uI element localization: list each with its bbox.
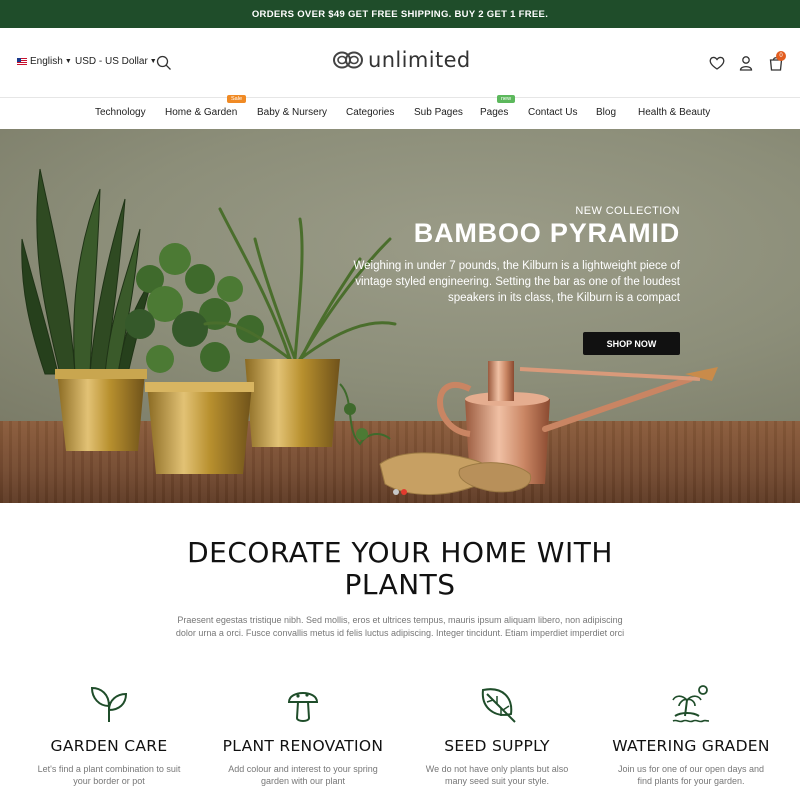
section-description: Praesent egestas tristique nibh. Sed mol… (175, 615, 625, 638)
feature-text: Join us for one of our open days and fin… (617, 764, 765, 786)
site-logo[interactable]: unlimited (332, 48, 471, 72)
nav-item-label: Home & Garden (165, 107, 238, 118)
gold-pot-left (57, 372, 145, 451)
chevron-down-icon: ▼ (64, 58, 72, 65)
nav-item-sub-pages[interactable]: Sub Pages (414, 107, 463, 118)
feature-text: Let's find a plant combination to suit y… (37, 764, 181, 786)
search-icon[interactable] (156, 55, 172, 71)
nav-item-label: Categories (346, 107, 395, 118)
feature-title: PLANT RENOVATION (222, 737, 384, 755)
language-label: English (30, 56, 63, 67)
promo-text: ORDERS OVER $49 GET FREE SHIPPING. BUY 2… (251, 8, 549, 20)
feature-watering-graden: WATERING GRADEN Join us for one of our o… (591, 682, 791, 787)
slider-dot[interactable] (393, 489, 399, 495)
hero-slider: NEW COLLECTION BAMBOO PYRAMID Weighing i… (0, 129, 800, 503)
mushroom-icon (287, 692, 319, 722)
hero-image (21, 168, 718, 495)
currency-label: USD - US Dollar (75, 56, 148, 67)
currency-selector[interactable]: USD - US Dollar ▼ (75, 56, 157, 67)
gold-pot-center (147, 385, 252, 474)
leaf-icon (481, 688, 516, 723)
language-selector[interactable]: English ▼ (17, 56, 72, 67)
feature-title: SEED SUPPLY (444, 737, 550, 755)
palm-island-icon (672, 685, 710, 723)
hero-title: BAMBOO PYRAMID (413, 218, 680, 248)
nav-item-label: Baby & Nursery (257, 107, 328, 118)
feature-text: Add colour and interest to your spring g… (228, 764, 378, 786)
nav-item-blog[interactable]: Blog (596, 107, 616, 118)
cart-count-badge: 0 (776, 51, 786, 61)
sale-badge: Sale (227, 95, 247, 103)
nav-item-health-beauty[interactable]: Health & Beauty (638, 107, 710, 118)
nav-item-label: Blog (596, 107, 617, 118)
feature-seed-supply: SEED SUPPLY We do not have only plants b… (397, 682, 597, 787)
nav-item-label: Contact Us (528, 107, 578, 118)
hero-eyebrow: NEW COLLECTION (575, 205, 680, 217)
feature-title: GARDEN CARE (50, 737, 168, 755)
promo-bar: ORDERS OVER $49 GET FREE SHIPPING. BUY 2… (0, 0, 800, 28)
gold-pot-right (245, 359, 340, 447)
nav-item-pages[interactable]: Pages new (480, 95, 516, 118)
feature-garden-care: GARDEN CARE Let's find a plant combinati… (9, 682, 209, 787)
main-nav: Technology Home & Garden Sale Baby & Nur… (0, 95, 800, 129)
logo-text: unlimited (368, 48, 471, 72)
slider-dot-active[interactable] (401, 489, 407, 495)
sprout-icon (90, 686, 128, 722)
hero-description: Weighing in under 7 pounds, the Kilburn … (353, 260, 680, 304)
nav-item-contact-us[interactable]: Contact Us (528, 107, 577, 118)
nav-item-label: Technology (95, 107, 146, 118)
us-flag-icon (17, 58, 27, 65)
section-title-line2: PLANTS (344, 568, 456, 601)
nav-item-technology[interactable]: Technology (95, 107, 146, 118)
feature-plant-renovation: PLANT RENOVATION Add colour and interest… (203, 682, 403, 787)
site-header: English ▼ USD - US Dollar ▼ unlimited 0 (0, 28, 800, 98)
nav-item-categories[interactable]: Categories (346, 107, 394, 118)
nav-item-label: Sub Pages (414, 107, 463, 118)
nav-item-home-garden[interactable]: Home & Garden Sale (165, 95, 247, 118)
feature-text: We do not have only plants but also many… (425, 764, 569, 786)
snake-plant (21, 168, 153, 375)
nav-item-label: Health & Beauty (638, 107, 711, 118)
ivy-plant (125, 243, 264, 373)
new-badge: new (497, 95, 516, 103)
infinity-logo-icon (333, 51, 363, 69)
nav-item-label: Pages (480, 107, 509, 118)
feature-title: WATERING GRADEN (612, 737, 770, 755)
nav-item-baby-nursery[interactable]: Baby & Nursery (257, 107, 327, 118)
section-title-line1: DECORATE YOUR HOME WITH (187, 536, 613, 569)
section-title: DECORATE YOUR HOME WITH PLANTS (0, 537, 800, 601)
heart-icon[interactable] (708, 54, 726, 72)
shop-now-button[interactable]: SHOP NOW (583, 332, 680, 355)
user-icon[interactable] (737, 54, 755, 72)
